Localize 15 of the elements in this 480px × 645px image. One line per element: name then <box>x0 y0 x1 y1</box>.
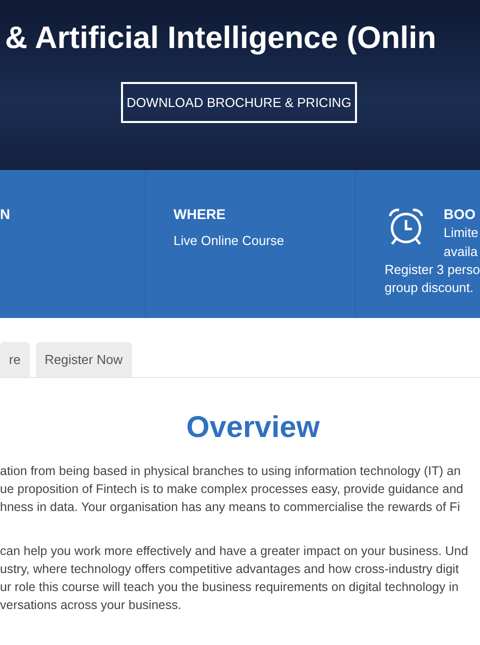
tab[interactable]: re <box>0 342 30 377</box>
info-text: group discount. <box>384 279 475 297</box>
overview-paragraph: ation from being based in physical branches to using information technology (IT) an ue proposition of Fintech is to make complex processes easy, provide guidance and hness in data. Your organisation has any means to commercialise the rewards of Fi <box>0 463 464 516</box>
info-heading: N <box>0 205 12 223</box>
info-text: Live Online Course <box>174 232 286 250</box>
download-brochure-button[interactable]: DOWNLOAD BROCHURE & PRICING <box>121 82 357 123</box>
info-heading: WHERE <box>174 205 227 223</box>
info-text: availa <box>444 243 478 261</box>
overview-paragraph: can help you work more effectively and have a greater impact on your business. Und ustry, where technology offers competitive advantages and how cross-industry digit ur role this course will teach you the business requirements on digital technology in versations across your business. <box>0 543 470 614</box>
course-title: & Artificial Intelligence (Onlin <box>4 19 436 57</box>
tab[interactable]: Register Now <box>36 342 132 377</box>
info-heading: BOO <box>444 205 476 223</box>
info-text: Register 3 perso <box>384 261 480 279</box>
overview-heading: Overview <box>185 410 321 446</box>
info-text: Limite <box>444 224 478 242</box>
